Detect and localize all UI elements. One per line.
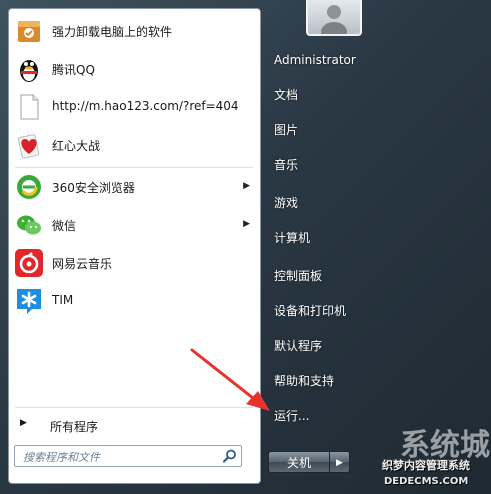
- document-icon: [20, 94, 39, 120]
- submenu-arrow-icon[interactable]: ▶: [243, 219, 250, 229]
- program-label: 微信: [52, 219, 77, 233]
- program-label: 腾讯QQ: [52, 63, 95, 77]
- program-label: 网易云音乐: [52, 257, 113, 271]
- program-item-wechat[interactable]: 微信 ▶: [10, 207, 260, 243]
- menu-item-music[interactable]: 音乐: [268, 150, 394, 180]
- browser-360-icon: [17, 175, 41, 199]
- user-picture-icon: [321, 5, 347, 42]
- menu-item-documents[interactable]: 文档: [268, 80, 394, 110]
- search-box[interactable]: [14, 445, 242, 467]
- program-label: TIM: [52, 293, 74, 307]
- all-programs-label: 所有程序: [50, 420, 99, 434]
- netease-music-icon: [15, 249, 43, 277]
- program-list-divider: [15, 167, 253, 168]
- qq-penguin-icon: [20, 60, 38, 82]
- search-input[interactable]: [21, 448, 215, 466]
- program-label: 强力卸载电脑上的软件: [52, 25, 173, 39]
- program-label: 红心大战: [52, 139, 101, 153]
- program-label: 360安全浏览器: [52, 181, 135, 195]
- pinned-programs-pane: 强力卸载电脑上的软件 腾讯QQ http://m.hao123.com/?ref…: [8, 8, 261, 484]
- menu-item-pictures[interactable]: 图片: [268, 115, 394, 145]
- chevron-right-icon: ▶: [336, 458, 343, 468]
- shutdown-button[interactable]: 关机: [268, 451, 330, 473]
- menu-item-help-support[interactable]: 帮助和支持: [268, 366, 394, 396]
- program-label: http://m.hao123.com/?ref=404: [52, 99, 239, 113]
- user-name[interactable]: Administrator: [268, 45, 394, 75]
- user-avatar[interactable]: [306, 0, 362, 42]
- submenu-arrow-icon[interactable]: ▶: [243, 181, 250, 191]
- wechat-icon: [17, 215, 41, 235]
- menu-item-computer[interactable]: 计算机: [268, 223, 394, 253]
- hearts-game-icon: [17, 134, 40, 159]
- uninstaller-icon: [18, 21, 40, 42]
- all-programs-divider: [15, 407, 253, 408]
- menu-item-games[interactable]: 游戏: [268, 188, 394, 218]
- menu-item-default-programs[interactable]: 默认程序: [268, 331, 394, 361]
- program-item-hao123-link[interactable]: http://m.hao123.com/?ref=404: [10, 89, 260, 125]
- all-programs-item[interactable]: ▶ 所有程序: [10, 412, 260, 438]
- program-item-qq[interactable]: 腾讯QQ: [10, 51, 260, 87]
- watermark-url: DEDECMS.COM: [384, 476, 469, 487]
- shutdown-options-button[interactable]: ▶: [330, 451, 350, 473]
- program-item-uninstaller[interactable]: 强力卸载电脑上的软件: [10, 13, 260, 49]
- program-item-tim[interactable]: TIM: [10, 283, 260, 319]
- program-item-360-browser[interactable]: 360安全浏览器 ▶: [10, 169, 260, 205]
- program-item-hearts[interactable]: 红心大战: [10, 127, 260, 163]
- menu-item-run[interactable]: 运行...: [268, 401, 394, 431]
- program-item-netease-music[interactable]: 网易云音乐: [10, 245, 260, 281]
- tim-icon: [17, 289, 41, 314]
- search-icon[interactable]: [222, 448, 238, 464]
- expand-arrow-icon: ▶: [20, 418, 27, 428]
- menu-item-devices-printers[interactable]: 设备和打印机: [268, 296, 394, 326]
- watermark-text: 织梦内容管理系统: [382, 459, 470, 472]
- menu-item-control-panel[interactable]: 控制面板: [268, 261, 394, 291]
